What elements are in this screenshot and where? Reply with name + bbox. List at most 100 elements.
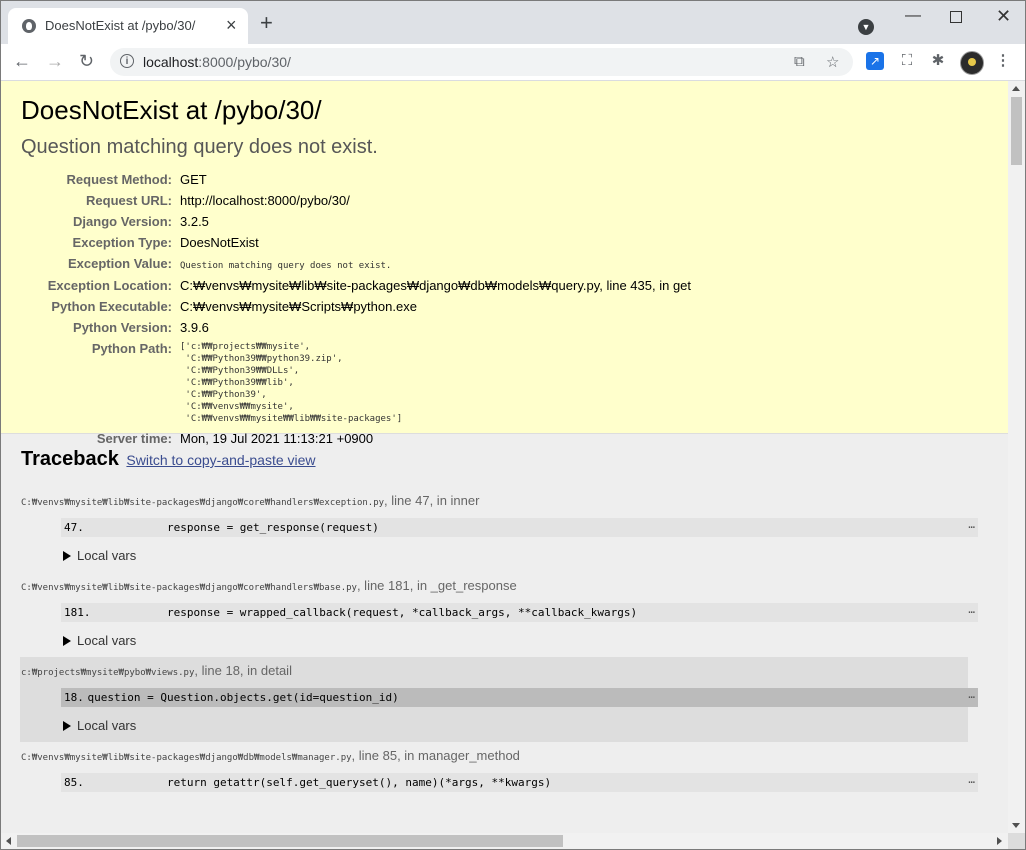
bookmark-star-icon[interactable]: ☆ <box>826 53 839 71</box>
meta-value: DoesNotExist <box>180 235 259 250</box>
local-vars-label: Local vars <box>77 548 137 563</box>
traceback-frame: C:₩venvs₩mysite₩lib₩site-packages₩django… <box>21 487 988 572</box>
maximize-icon[interactable] <box>950 11 962 23</box>
tab-search-icon[interactable]: ▼ <box>858 19 874 35</box>
frame-file: c:₩projects₩mysite₩pybo₩views.py, line 1… <box>21 663 968 681</box>
traceback-section: Traceback Switch to copy-and-paste view … <box>1 434 1008 800</box>
meta-label: Request Method: <box>66 172 172 187</box>
url-text[interactable]: localhost:8000/pybo/30/ <box>143 54 291 70</box>
forward-icon[interactable]: → <box>46 50 64 72</box>
horizontal-scrollbar[interactable] <box>1 833 1008 849</box>
meta-row: Request Method: GET <box>21 169 691 190</box>
triangle-right-icon <box>63 721 71 731</box>
globe-icon <box>22 19 36 33</box>
meta-label: Python Path: <box>91 341 172 356</box>
menu-kebab-icon[interactable]: ⋮ <box>994 52 1012 70</box>
meta-label: Django Version: <box>73 214 172 229</box>
browser-toolbar: ← → ↻ i localhost:8000/pybo/30/ ⧉ ☆ ↗ ⛶ … <box>0 44 1026 81</box>
local-vars-label: Local vars <box>77 718 137 733</box>
frame-file: C:₩venvs₩mysite₩lib₩site-packages₩django… <box>21 493 988 511</box>
meta-label: Exception Type: <box>72 235 172 250</box>
extensions-puzzle-icon[interactable]: ✱ <box>929 52 947 70</box>
frame-file: C:₩venvs₩mysite₩lib₩site-packages₩django… <box>21 578 988 596</box>
meta-row: Exception Type: DoesNotExist <box>21 232 691 253</box>
address-bar[interactable]: i localhost:8000/pybo/30/ ⧉ ☆ <box>110 48 853 76</box>
meta-value: GET <box>180 172 207 187</box>
request-meta-table: Request Method: GET Request URL: http://lo… <box>21 169 691 449</box>
traceback-title: Traceback <box>21 448 119 470</box>
expand-context-icon[interactable]: … <box>968 770 975 789</box>
new-tab-icon[interactable]: + <box>260 12 273 34</box>
reload-icon[interactable]: ↻ <box>79 50 94 72</box>
extension-arrow-icon[interactable]: ↗ <box>866 52 884 70</box>
local-vars-toggle[interactable]: Local vars <box>63 718 968 734</box>
tab-title: DoesNotExist at /pybo/30/ <box>45 18 196 33</box>
profile-avatar[interactable] <box>960 51 984 75</box>
tab-strip: DoesNotExist at /pybo/30/ × + ▼ — ✕ <box>0 0 1026 44</box>
local-vars-label: Local vars <box>77 633 137 648</box>
meta-value: Question matching query does not exist. <box>180 261 392 271</box>
browser-tab[interactable]: DoesNotExist at /pybo/30/ × <box>8 8 248 44</box>
frame-path: C:₩venvs₩mysite₩lib₩site-packages₩django… <box>21 498 385 508</box>
meta-row: Python Executable: C:₩venvs₩mysite₩Script… <box>21 296 691 317</box>
code-text: response = get_response(request) <box>61 521 379 534</box>
triangle-right-icon <box>63 551 71 561</box>
meta-label: Python Executable: <box>51 299 172 314</box>
meta-row: Python Version: 3.9.6 <box>21 317 691 338</box>
frame-location: , line 18, in detail <box>194 663 292 678</box>
frame-file: C:₩venvs₩mysite₩lib₩site-packages₩django… <box>21 748 988 766</box>
scroll-right-icon[interactable] <box>997 837 1002 845</box>
traceback-frame-user: c:₩projects₩mysite₩pybo₩views.py, line 1… <box>20 657 978 742</box>
expand-context-icon[interactable]: … <box>968 600 975 619</box>
meta-value: C:₩venvs₩mysite₩lib₩site-packages₩django… <box>180 278 692 293</box>
frame-path: c:₩projects₩mysite₩pybo₩views.py <box>21 668 195 678</box>
frame-path: C:₩venvs₩mysite₩lib₩site-packages₩django… <box>21 583 357 593</box>
meta-row: Django Version: 3.2.5 <box>21 211 691 232</box>
meta-label: Request URL: <box>86 193 172 208</box>
context-line[interactable]: 47. response = get_response(request)… <box>61 518 978 537</box>
tab-close-icon[interactable]: × <box>226 16 237 34</box>
frame-path: C:₩venvs₩mysite₩lib₩site-packages₩django… <box>21 753 352 763</box>
meta-row: Request URL: http://localhost:8000/pybo/3… <box>21 190 691 211</box>
meta-row: Exception Location: C:₩venvs₩mysite₩lib₩s… <box>21 275 691 296</box>
meta-label: Exception Location: <box>47 278 172 293</box>
error-summary: DoesNotExist at /pybo/30/ Question match… <box>1 81 1008 446</box>
copy-paste-view-link[interactable]: Switch to copy-and-paste view <box>126 452 315 468</box>
translate-icon[interactable]: ⧉ <box>794 53 805 70</box>
meta-value: http://localhost:8000/pybo/30/ <box>180 193 350 208</box>
expand-context-icon[interactable]: … <box>968 685 975 704</box>
traceback-frame: C:₩venvs₩mysite₩lib₩site-packages₩django… <box>21 572 988 657</box>
frame-location: , line 85, in manager_method <box>351 748 520 763</box>
vertical-scroll-thumb[interactable] <box>1011 97 1022 165</box>
frame-location: , line 47, in inner <box>384 493 480 508</box>
scroll-left-icon[interactable] <box>6 837 11 845</box>
context-line[interactable]: 18. question = Question.objects.get(id=q… <box>61 688 978 707</box>
page-viewport: DoesNotExist at /pybo/30/ Question match… <box>1 81 1008 833</box>
exception-message: Question matching query does not exist. <box>21 136 378 158</box>
vertical-scrollbar[interactable] <box>1008 81 1025 833</box>
meta-value: C:₩venvs₩mysite₩Scripts₩python.exe <box>180 299 417 314</box>
expand-context-icon[interactable]: … <box>968 515 975 534</box>
site-info-icon[interactable]: i <box>120 54 134 68</box>
frame-location: , line 181, in _get_response <box>356 578 517 593</box>
page-title: DoesNotExist at /pybo/30/ <box>21 95 322 125</box>
code-text: question = Question.objects.get(id=quest… <box>61 691 399 704</box>
traceback-frame: C:₩venvs₩mysite₩lib₩site-packages₩django… <box>21 742 988 800</box>
context-line[interactable]: 181. response = wrapped_callback(request… <box>61 603 978 622</box>
local-vars-toggle[interactable]: Local vars <box>63 548 988 564</box>
triangle-right-icon <box>63 636 71 646</box>
meta-value: 3.9.6 <box>180 320 209 335</box>
minimize-icon[interactable]: — <box>905 7 921 25</box>
screen-capture-icon[interactable]: ⛶ <box>898 52 916 70</box>
traceback-heading: Traceback Switch to copy-and-paste view <box>21 446 988 473</box>
scroll-up-icon[interactable] <box>1012 86 1020 91</box>
scroll-down-icon[interactable] <box>1012 823 1020 828</box>
context-line[interactable]: 85. return getattr(self.get_queryset(), … <box>61 773 978 792</box>
horizontal-scroll-thumb[interactable] <box>17 835 563 847</box>
meta-value: 3.2.5 <box>180 214 209 229</box>
back-icon[interactable]: ← <box>13 50 31 72</box>
meta-label: Exception Value: <box>67 256 172 271</box>
meta-label: Python Version: <box>73 320 172 335</box>
close-icon[interactable]: ✕ <box>996 7 1011 25</box>
local-vars-toggle[interactable]: Local vars <box>63 633 988 649</box>
